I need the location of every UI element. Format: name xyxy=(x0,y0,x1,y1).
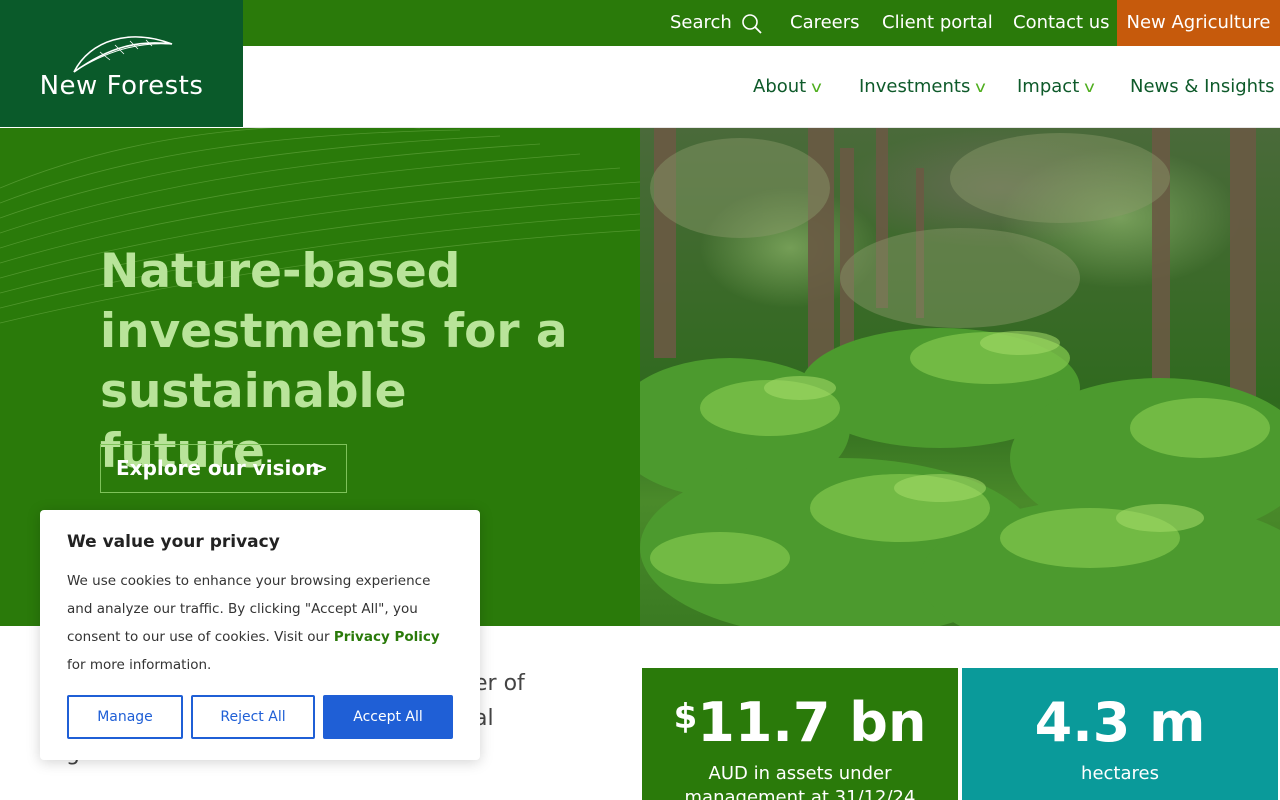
explore-vision-button[interactable]: Explore our vision > xyxy=(100,444,347,493)
nav-item-label: Investments xyxy=(859,76,971,97)
accept-all-button[interactable]: Accept All xyxy=(323,695,453,739)
leaf-logo-icon xyxy=(73,36,173,73)
stat-label: AUD in assets under management at 31/12/… xyxy=(684,763,916,800)
chevron-down-icon: v xyxy=(1084,78,1096,96)
cookie-text-after: for more information. xyxy=(67,657,212,673)
nav-item-impact[interactable]: Impact v xyxy=(1017,46,1096,128)
stat-label: hectares xyxy=(1081,763,1159,784)
manage-cookies-button[interactable]: Manage xyxy=(67,695,183,739)
forest-illustration xyxy=(640,128,1280,626)
stat-number: 11.7 bn xyxy=(697,691,927,754)
search-link[interactable]: Search xyxy=(670,0,762,46)
nav-item-label: Impact xyxy=(1017,76,1080,97)
cookie-text: We use cookies to enhance your browsing … xyxy=(67,567,457,679)
main-navigation: About v Investments v Impact v News & Insig… xyxy=(243,46,1280,128)
cookie-consent-dialog: We value your privacy We use cookies to … xyxy=(40,510,480,760)
new-agriculture-link[interactable]: New Agriculture xyxy=(1117,0,1280,46)
stat-number: 4.3 m xyxy=(1034,691,1206,754)
chevron-down-icon: v xyxy=(975,78,987,96)
nav-item-label: News & Insights xyxy=(1130,76,1275,97)
nav-item-news-insights[interactable]: News & Insights xyxy=(1130,46,1274,128)
contact-us-link[interactable]: Contact us xyxy=(1013,0,1110,46)
search-label: Search xyxy=(670,12,732,33)
nav-item-label: About xyxy=(753,76,807,97)
reject-all-button[interactable]: Reject All xyxy=(191,695,315,739)
careers-link[interactable]: Careers xyxy=(790,0,860,46)
logo[interactable]: New Forests xyxy=(0,0,243,127)
cta-label: Explore our vision xyxy=(116,456,320,480)
utility-bar: Search Careers Client portal Contact us … xyxy=(243,0,1280,46)
stat-assets: $11.7 bn AUD in assets under management … xyxy=(642,668,958,800)
stat-value: $11.7 bn xyxy=(642,688,958,758)
stat-prefix: $ xyxy=(673,697,698,737)
arrow-right-icon: > xyxy=(311,456,328,480)
search-icon xyxy=(742,14,762,34)
chevron-down-icon: v xyxy=(811,78,822,96)
hero-forest-image xyxy=(640,128,1280,626)
logo-text: New Forests xyxy=(39,71,204,101)
client-portal-link[interactable]: Client portal xyxy=(882,0,993,46)
cookie-title: We value your privacy xyxy=(67,532,280,552)
privacy-policy-link[interactable]: Privacy Policy xyxy=(334,629,440,645)
nav-item-about[interactable]: About v xyxy=(753,46,822,128)
stat-value: 4.3 m xyxy=(962,688,1278,758)
nav-item-investments[interactable]: Investments v xyxy=(859,46,987,128)
stat-hectares: 4.3 m hectares xyxy=(962,668,1278,800)
